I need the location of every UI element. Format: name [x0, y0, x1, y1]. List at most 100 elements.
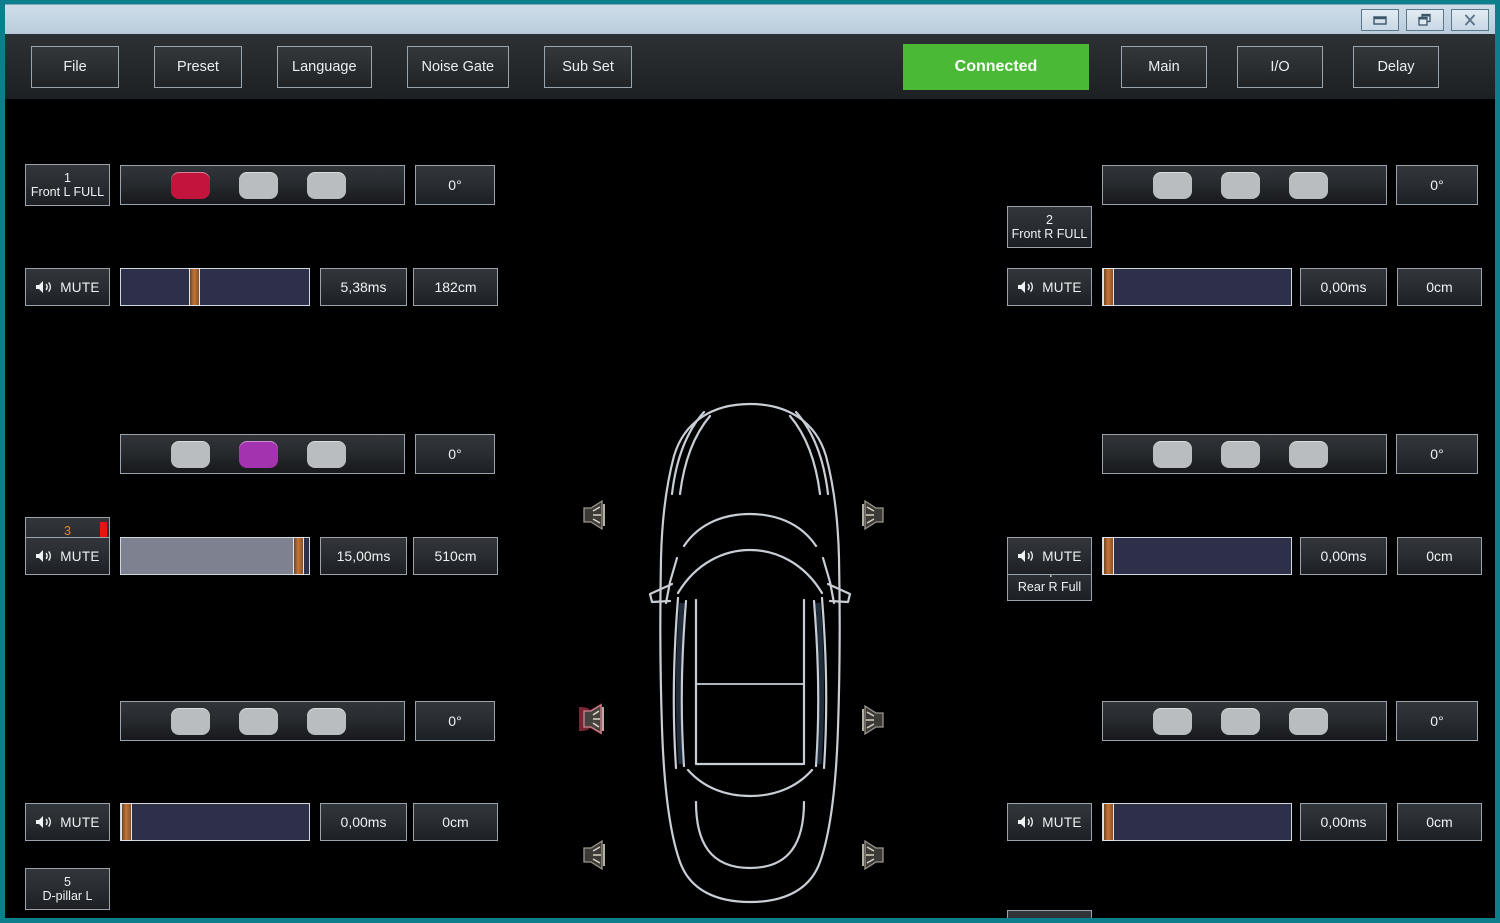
- car-diagram: [579, 398, 900, 908]
- eq-band-button-3-3[interactable]: [307, 440, 346, 468]
- delay-slider-3[interactable]: [120, 537, 310, 575]
- delay-slider-5[interactable]: [120, 803, 310, 841]
- phase-value-4[interactable]: 0°: [1396, 434, 1478, 474]
- distance-cm-value-5[interactable]: 0cm: [413, 803, 498, 841]
- distance-cm-value-2[interactable]: 0cm: [1397, 268, 1482, 306]
- restore-icon: [1418, 13, 1431, 26]
- mute-label: MUTE: [1042, 814, 1082, 830]
- mute-button-3[interactable]: MUTE: [25, 537, 110, 575]
- menu-button-io[interactable]: I/O: [1237, 45, 1323, 88]
- channel-number: 6: [1046, 917, 1053, 918]
- eq-band-button-1-1[interactable]: [171, 171, 210, 199]
- menu-right-group: Connected Main I/O Delay: [903, 43, 1469, 90]
- channel-number: 2: [1046, 213, 1053, 227]
- distance-cm-value-1[interactable]: 182cm: [413, 268, 498, 306]
- eq-band-button-6-1[interactable]: [1153, 707, 1192, 735]
- menu-button-delay[interactable]: Delay: [1353, 45, 1439, 88]
- speaker-dpillar-right[interactable]: [855, 838, 889, 872]
- delay-slider-2[interactable]: [1102, 268, 1292, 306]
- mute-label: MUTE: [60, 279, 100, 295]
- menu-button-main[interactable]: Main: [1121, 45, 1207, 88]
- eq-band-button-2-2[interactable]: [1221, 171, 1260, 199]
- eq-band-button-2-1[interactable]: [1153, 171, 1192, 199]
- channel-label-5[interactable]: 5 D-pillar L: [25, 868, 110, 910]
- menu-button-language[interactable]: Language: [277, 45, 372, 88]
- speaker-front-right[interactable]: [855, 498, 889, 532]
- delay-slider-6[interactable]: [1102, 803, 1292, 841]
- connection-status-button[interactable]: Connected: [903, 43, 1089, 90]
- eq-band-button-3-2[interactable]: [239, 440, 278, 468]
- menu-button-file[interactable]: File: [31, 45, 119, 88]
- eq-band-row-2: [1102, 165, 1387, 205]
- slider-thumb[interactable]: [121, 803, 132, 841]
- speaker-mute-icon: [36, 281, 52, 293]
- delay-ms-value-1[interactable]: 5,38ms: [320, 268, 407, 306]
- workspace: 1 Front L FULL 0° MUTE 5,38ms 182cm 2 Front R F…: [5, 100, 1495, 918]
- speaker-rear-right[interactable]: [855, 703, 889, 737]
- eq-band-button-5-2[interactable]: [239, 707, 278, 735]
- slider-thumb[interactable]: [1103, 268, 1114, 306]
- mute-button-4[interactable]: MUTE: [1007, 537, 1092, 575]
- distance-cm-value-4[interactable]: 0cm: [1397, 537, 1482, 575]
- eq-band-button-4-1[interactable]: [1153, 440, 1192, 468]
- minimize-icon: [1373, 15, 1387, 25]
- phase-value-3[interactable]: 0°: [415, 434, 495, 474]
- distance-cm-value-6[interactable]: 0cm: [1397, 803, 1482, 841]
- eq-band-button-5-1[interactable]: [171, 707, 210, 735]
- delay-ms-value-3[interactable]: 15,00ms: [320, 537, 407, 575]
- eq-band-button-1-2[interactable]: [239, 171, 278, 199]
- eq-band-button-6-3[interactable]: [1289, 707, 1328, 735]
- mute-button-2[interactable]: MUTE: [1007, 268, 1092, 306]
- minimize-button[interactable]: [1361, 8, 1399, 31]
- channel-label-1[interactable]: 1 Front L FULL: [25, 164, 110, 206]
- eq-band-row-3: [120, 434, 405, 474]
- title-bar: [5, 4, 1495, 34]
- slider-thumb[interactable]: [1103, 537, 1114, 575]
- mute-label: MUTE: [1042, 279, 1082, 295]
- speaker-dpillar-left[interactable]: [578, 838, 612, 872]
- close-button[interactable]: [1451, 8, 1489, 31]
- speaker-front-left[interactable]: [578, 498, 612, 532]
- phase-value-6[interactable]: 0°: [1396, 701, 1478, 741]
- phase-value-2[interactable]: 0°: [1396, 165, 1478, 205]
- mute-button-5[interactable]: MUTE: [25, 803, 110, 841]
- channel-label-6[interactable]: 6D-pillar R: [1007, 910, 1092, 918]
- slider-thumb[interactable]: [292, 537, 304, 575]
- delay-ms-value-4[interactable]: 0,00ms: [1300, 537, 1387, 575]
- eq-band-button-5-3[interactable]: [307, 707, 346, 735]
- eq-band-button-4-2[interactable]: [1221, 440, 1260, 468]
- mute-label: MUTE: [60, 548, 100, 564]
- channel-number: 5: [64, 875, 71, 889]
- mute-button-6[interactable]: MUTE: [1007, 803, 1092, 841]
- phase-value-5[interactable]: 0°: [415, 701, 495, 741]
- restore-button[interactable]: [1406, 8, 1444, 31]
- slider-thumb[interactable]: [1103, 803, 1114, 841]
- app-window: File Preset Language Noise Gate Sub Set …: [0, 0, 1500, 923]
- menu-button-preset[interactable]: Preset: [154, 45, 242, 88]
- menu-button-noise-gate[interactable]: Noise Gate: [406, 45, 510, 88]
- phase-value-1[interactable]: 0°: [415, 165, 495, 205]
- car-outline-svg: [648, 402, 852, 904]
- channel-name: Front L FULL: [30, 185, 105, 199]
- eq-band-button-3-1[interactable]: [171, 440, 210, 468]
- mute-button-1[interactable]: MUTE: [25, 268, 110, 306]
- eq-band-button-6-2[interactable]: [1221, 707, 1260, 735]
- delay-ms-value-6[interactable]: 0,00ms: [1300, 803, 1387, 841]
- eq-band-row-5: [120, 701, 405, 741]
- slider-fill: [121, 538, 298, 574]
- speaker-mute-icon: [1018, 281, 1034, 293]
- menu-left-group: File Preset Language Noise Gate Sub Set: [31, 45, 633, 88]
- distance-cm-value-3[interactable]: 510cm: [413, 537, 498, 575]
- delay-slider-1[interactable]: [120, 268, 310, 306]
- speaker-rear-left-selected[interactable]: [576, 700, 610, 735]
- eq-band-button-2-3[interactable]: [1289, 171, 1328, 199]
- delay-ms-value-2[interactable]: 0,00ms: [1300, 268, 1387, 306]
- eq-band-button-1-3[interactable]: [307, 171, 346, 199]
- slider-thumb[interactable]: [189, 268, 201, 306]
- eq-band-button-4-3[interactable]: [1289, 440, 1328, 468]
- delay-slider-4[interactable]: [1102, 537, 1292, 575]
- speaker-mute-icon: [36, 816, 52, 828]
- menu-button-sub-set[interactable]: Sub Set: [544, 45, 633, 88]
- delay-ms-value-5[interactable]: 0,00ms: [320, 803, 407, 841]
- channel-label-2[interactable]: 2 Front R FULL: [1007, 206, 1092, 248]
